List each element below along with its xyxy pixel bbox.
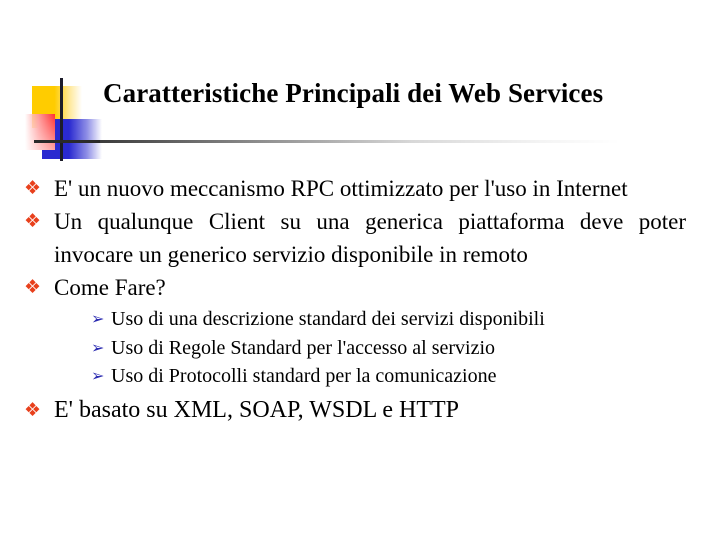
diamond-bullet-icon: ❖ [24,177,42,199]
bullet-text: Un qualunque Client su una generica piat… [54,209,686,267]
title-divider [100,140,620,143]
bullet-text: E' basato su XML, SOAP, WSDL e HTTP [54,396,459,423]
diamond-bullet-icon: ❖ [24,276,42,298]
diamond-bullet-icon: ❖ [24,398,42,421]
sub-bullet-text: Uso di Protocolli standard per la comuni… [111,365,497,387]
bullet-list: ❖ E' un nuovo meccanismo RPC ottimizzato… [24,172,686,427]
slide-logo [0,0,110,170]
sub-bullet-text: Uso di una descrizione standard dei serv… [111,308,545,330]
sub-bullet-list: ➢ Uso di una descrizione standard dei se… [24,305,686,391]
arrowhead-bullet-icon: ➢ [91,337,105,357]
logo-red-fade [25,114,55,150]
bullet-item: ❖ Un qualunque Client su una generica pi… [24,205,686,271]
sub-bullet-text: Uso di Regole Standard per l'accesso al … [111,336,496,359]
sub-bullet-item: ➢ Uso di una descrizione standard dei se… [91,305,686,334]
bullet-item: ❖ Come Fare? [24,271,686,304]
sub-bullet-item: ➢ Uso di Regole Standard per l'accesso a… [91,334,686,363]
arrowhead-bullet-icon: ➢ [91,366,105,385]
logo-horizontal-line [34,140,104,143]
arrowhead-bullet-icon: ➢ [91,309,105,328]
slide-title: Caratteristiche Principali dei Web Servi… [103,78,604,108]
sub-bullet-item: ➢ Uso di Protocolli standard per la comu… [91,362,686,391]
diamond-bullet-icon: ❖ [24,210,42,232]
logo-vertical-line [60,78,63,161]
bullet-text: Come Fare? [54,275,166,300]
bullet-item: ❖ E' basato su XML, SOAP, WSDL e HTTP [24,394,686,427]
bullet-item: ❖ E' un nuovo meccanismo RPC ottimizzato… [24,172,686,205]
bullet-text: E' un nuovo meccanismo RPC ottimizzato p… [54,176,628,201]
